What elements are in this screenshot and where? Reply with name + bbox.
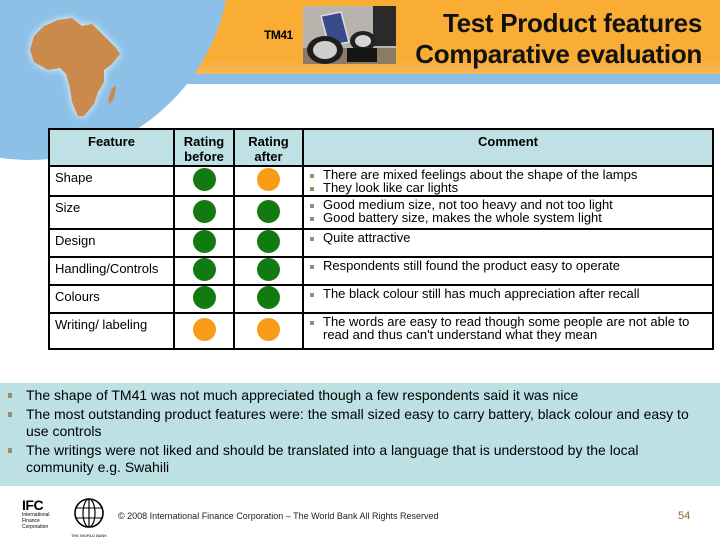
comment-item: The words are easy to read though some p… <box>310 315 708 341</box>
rating-orange-icon <box>257 168 280 191</box>
feature-cell: Handling/Controls <box>48 256 175 286</box>
summary-point: The shape of TM41 was not much appreciat… <box>0 387 720 404</box>
comment-cell: There are mixed feelings about the shape… <box>302 165 714 197</box>
rating-orange-icon <box>257 318 280 341</box>
rating-green-icon <box>257 199 280 223</box>
feature-cell: Design <box>48 228 175 258</box>
comment-item: Good battery size, makes the whole syste… <box>310 211 708 225</box>
rating-before-cell <box>173 312 235 350</box>
rating-after-cell <box>233 228 304 258</box>
title-line-2: Comparative evaluation <box>415 39 702 69</box>
comment-item: They look like car lights <box>310 181 708 195</box>
rating-green-icon <box>257 286 280 309</box>
rating-green-icon <box>192 286 216 309</box>
comment-cell: The black colour still has much apprecia… <box>302 284 714 314</box>
feature-cell: Colours <box>48 284 175 314</box>
table-row: Writing/ labeling The words are easy to r… <box>48 312 714 350</box>
rating-after-cell <box>233 284 304 314</box>
title-line-1: Test Product features <box>442 8 702 38</box>
page-title: Test Product features Comparative evalua… <box>392 8 702 70</box>
rating-after-cell <box>233 312 304 350</box>
header-comment: Comment <box>302 128 714 167</box>
rating-after-cell <box>233 165 304 197</box>
table-row: Size Good medium size, not too heavy and … <box>48 195 714 230</box>
ifc-logo-sub: Corporation <box>22 524 49 530</box>
comment-item: Respondents still found the product easy… <box>310 259 708 273</box>
globe-icon: THE WORLD BANK <box>71 498 107 538</box>
rating-before-cell <box>173 228 235 258</box>
copyright: © 2008 International Finance Corporation… <box>118 511 439 521</box>
table-row: Shape There are mixed feelings about the … <box>48 165 714 197</box>
comment-cell: Respondents still found the product easy… <box>302 256 714 286</box>
world-bank-logo: THE WORLD BANK <box>66 494 112 540</box>
world-bank-logo-text: THE WORLD BANK <box>71 533 107 538</box>
table-row: Design Quite attractive <box>48 228 714 258</box>
rating-before-cell <box>173 195 235 230</box>
ifc-logo: IFC International Finance Corporation <box>22 498 62 538</box>
header-feature: Feature <box>48 128 175 167</box>
rating-green-icon <box>192 168 216 191</box>
rating-after-cell <box>233 256 304 286</box>
feature-comparison-table: Feature Rating before Rating after Comme… <box>48 128 714 350</box>
rating-green-icon <box>257 258 280 281</box>
africa-map-icon <box>30 18 120 116</box>
rating-before-cell <box>173 284 235 314</box>
rating-before-cell <box>173 256 235 286</box>
rating-after-cell <box>233 195 304 230</box>
feature-cell: Writing/ labeling <box>48 312 175 350</box>
copyright-text: © 2008 International Finance Corporation… <box>118 511 438 521</box>
comment-item: The black colour still has much apprecia… <box>310 287 708 301</box>
table-row: Colours The black colour still has much a… <box>48 284 714 314</box>
rating-green-icon <box>192 199 216 223</box>
header-rating-before: Rating before <box>173 128 235 167</box>
rating-orange-icon <box>192 318 216 341</box>
product-photo <box>303 6 396 64</box>
rating-before-cell <box>173 165 235 197</box>
comment-cell: The words are easy to read though some p… <box>302 312 714 350</box>
summary-point: The most outstanding product features we… <box>0 406 720 440</box>
page-number: 54 <box>678 510 691 522</box>
header-rating-after: Rating after <box>233 128 304 167</box>
rating-green-icon <box>257 230 280 253</box>
feature-cell: Size <box>48 195 175 230</box>
comment-cell: Quite attractive <box>302 228 714 258</box>
feature-cell: Shape <box>48 165 175 197</box>
summary-box: The shape of TM41 was not much appreciat… <box>0 383 720 486</box>
comment-cell: Good medium size, not too heavy and not … <box>302 195 714 230</box>
summary-point: The writings were not liked and should b… <box>0 442 720 476</box>
rating-green-icon <box>192 230 216 253</box>
rating-green-icon <box>192 258 216 281</box>
table-row: Handling/Controls Respondents still found… <box>48 256 714 286</box>
ifc-logo-text: IFC <box>22 497 44 513</box>
comment-item: Quite attractive <box>310 231 708 245</box>
model-label: TM41 <box>264 28 293 42</box>
table-header-row: Feature Rating before Rating after Comme… <box>48 128 714 167</box>
